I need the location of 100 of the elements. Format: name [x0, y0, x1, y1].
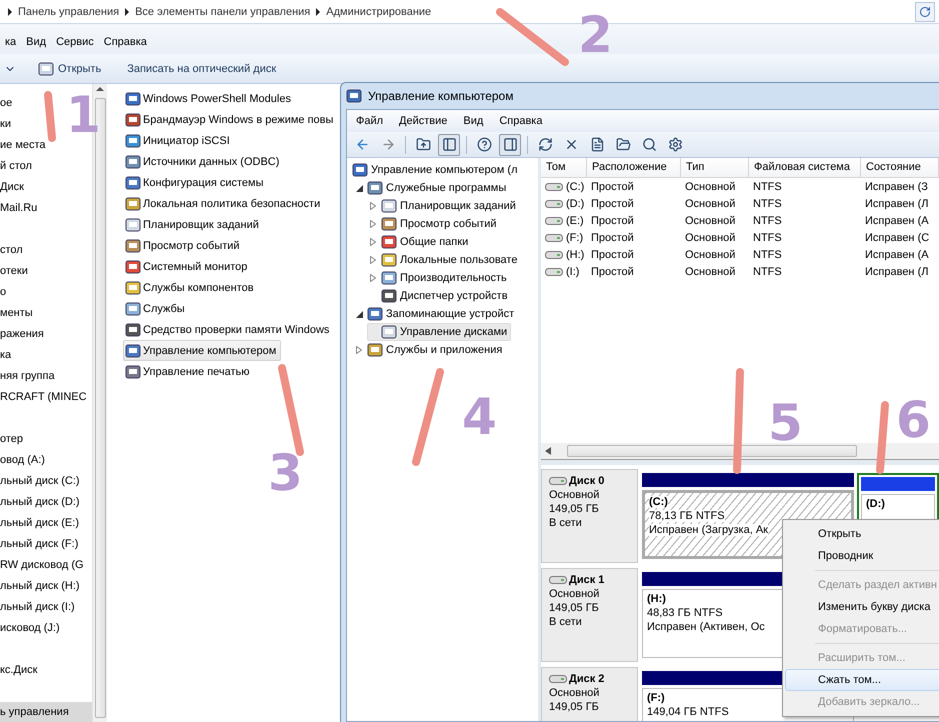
nav-item[interactable]: Mail.Ru [0, 198, 42, 219]
expand-icon[interactable] [368, 201, 378, 211]
menu-item[interactable]: Действие [394, 113, 452, 129]
breadcrumb-arrow-icon[interactable] [316, 8, 320, 16]
tree-item[interactable]: Запоминающие устройст [353, 305, 518, 323]
tree-item[interactable]: Управление дисками [367, 323, 512, 341]
tree-item[interactable]: Службы и приложения [353, 341, 506, 359]
menu-item[interactable]: Вид [458, 113, 488, 129]
expand-icon[interactable] [354, 345, 364, 355]
menu-item[interactable]: Сжать том... [785, 669, 939, 691]
disk-info-panel[interactable]: Диск 2 Основной 149,05 ГБ [541, 667, 638, 721]
nav-item[interactable]: льный диск (H:) [0, 576, 84, 597]
menu-item[interactable]: ка [0, 34, 22, 50]
menu-item[interactable]: Сервис [51, 34, 99, 50]
file-item[interactable]: Инициатор iSCSI [123, 130, 235, 151]
nav-item[interactable]: ое [0, 93, 16, 114]
menu-item[interactable]: Файл [351, 113, 388, 129]
nav-item[interactable]: отеки [0, 261, 32, 282]
tree-item[interactable]: Просмотр событий [367, 215, 501, 233]
collapse-icon[interactable] [354, 309, 364, 319]
breadcrumb-link[interactable]: Все элементы панели управления [135, 6, 310, 18]
expand-icon[interactable] [368, 255, 378, 265]
toolbar-button[interactable] [499, 134, 521, 156]
program-icon [125, 364, 141, 380]
nav-item[interactable]: RW дисковод (G [0, 555, 88, 576]
scrollbar-thumb[interactable] [567, 445, 857, 457]
column-header[interactable]: Состояние [861, 158, 939, 178]
breadcrumb-arrow-icon[interactable] [125, 8, 130, 16]
nav-item[interactable]: й стол [0, 156, 36, 177]
partition-status: Исправен (Активен, Ос [647, 621, 765, 633]
table-cell-text: NTFS [752, 248, 783, 260]
file-item[interactable]: Локальная политика безопасности [123, 193, 326, 214]
column-header[interactable]: Файловая система [749, 158, 861, 178]
file-item[interactable]: Управление компьютером [123, 340, 282, 361]
breadcrumb-arrow-icon[interactable] [8, 8, 12, 16]
nav-item[interactable]: льный диск (I:) [0, 597, 79, 618]
nav-item[interactable]: ие места [0, 135, 50, 156]
scrollbar[interactable] [541, 443, 939, 459]
tree-item[interactable]: Локальные пользовате [367, 251, 522, 269]
drive-icon [549, 476, 567, 486]
nav-item[interactable]: исковод (J:) [0, 618, 64, 639]
scroll-left-icon[interactable] [545, 447, 551, 455]
breadcrumb-link[interactable]: Администрирование [326, 6, 432, 18]
nav-item[interactable]: отер [0, 429, 28, 450]
file-item[interactable]: Конфигурация системы [123, 172, 269, 193]
refresh-button[interactable] [915, 2, 935, 22]
file-item[interactable]: Брандмауэр Windows в режиме повы [123, 109, 338, 130]
column-header[interactable]: Тип [681, 158, 749, 178]
tree-item[interactable]: Производительность [367, 269, 511, 287]
tree-item[interactable]: Служебные программы [353, 179, 510, 197]
expand-icon[interactable] [368, 237, 378, 247]
nav-item[interactable]: ь управления [0, 702, 92, 722]
file-item[interactable]: Службы [123, 298, 190, 319]
nav-item[interactable]: ки [0, 114, 15, 135]
disk-info-panel[interactable]: Диск 1 Основной 149,05 ГБ В сети [541, 568, 638, 662]
tree-item[interactable]: Управление компьютером (л [351, 161, 522, 179]
file-item[interactable]: Просмотр событий [123, 235, 245, 256]
column-header[interactable]: Том [541, 158, 587, 178]
nav-item[interactable]: Диск [0, 177, 28, 198]
nav-item[interactable]: ка [0, 345, 16, 366]
nav-item[interactable]: менты [0, 303, 37, 324]
disk-size: 149,05 ГБ [549, 701, 600, 713]
file-item[interactable]: Планировщик заданий [123, 214, 264, 235]
column-header[interactable]: Расположение [587, 158, 681, 178]
expand-icon[interactable] [368, 219, 378, 229]
toolbar-button[interactable]: Открыть [34, 58, 106, 78]
menu-item[interactable]: Справка [98, 34, 152, 50]
menu-item[interactable]: Справка [494, 113, 548, 129]
nav-item[interactable]: ражения [0, 324, 48, 345]
tree-item[interactable]: Диспетчер устройств [367, 287, 512, 305]
nav-item[interactable]: льный диск (F:) [0, 534, 82, 555]
expand-icon[interactable] [368, 273, 378, 283]
disk-info-panel[interactable]: Диск 0 Основной 149,05 ГБ В сети [541, 469, 638, 563]
nav-item[interactable]: кс.Диск [0, 660, 42, 681]
toolbar-button[interactable]: Записать на оптический диск [123, 60, 280, 76]
file-item[interactable]: Windows PowerShell Modules [123, 88, 296, 109]
nav-item[interactable]: RCRAFT (MINEC [0, 387, 91, 408]
nav-item[interactable]: няя группа [0, 366, 59, 387]
nav-item[interactable]: о [0, 282, 10, 303]
table-cell-text: Основной [684, 214, 736, 226]
tree-item[interactable]: Планировщик заданий [367, 197, 520, 215]
file-item[interactable]: Службы компонентов [123, 277, 259, 298]
toolbar-button[interactable] [438, 134, 460, 156]
table-cell-text: Исправен (А [864, 214, 930, 226]
nav-item[interactable]: льный диск (D:) [0, 492, 84, 513]
collapse-icon[interactable] [354, 183, 364, 193]
nav-item[interactable]: льный диск (E:) [0, 513, 83, 534]
menu-item[interactable]: Вид [21, 34, 52, 50]
tool-icon [381, 252, 397, 268]
nav-item[interactable]: льный диск (C:) [0, 471, 84, 492]
breadcrumb-link[interactable]: Панель управления [18, 6, 120, 18]
file-item[interactable]: Средство проверки памяти Windows [123, 319, 334, 340]
table-cell-text: Основной [684, 248, 736, 260]
file-item[interactable]: Системный монитор [123, 256, 252, 277]
tree-item[interactable]: Общие папки [367, 233, 472, 251]
file-item[interactable]: Управление печатью [123, 361, 255, 382]
nav-item[interactable]: овод (A:) [0, 450, 49, 471]
partition-label: (C:) [649, 496, 668, 508]
nav-item[interactable]: стол [0, 240, 27, 261]
file-item[interactable]: Источники данных (ODBC) [123, 151, 284, 172]
